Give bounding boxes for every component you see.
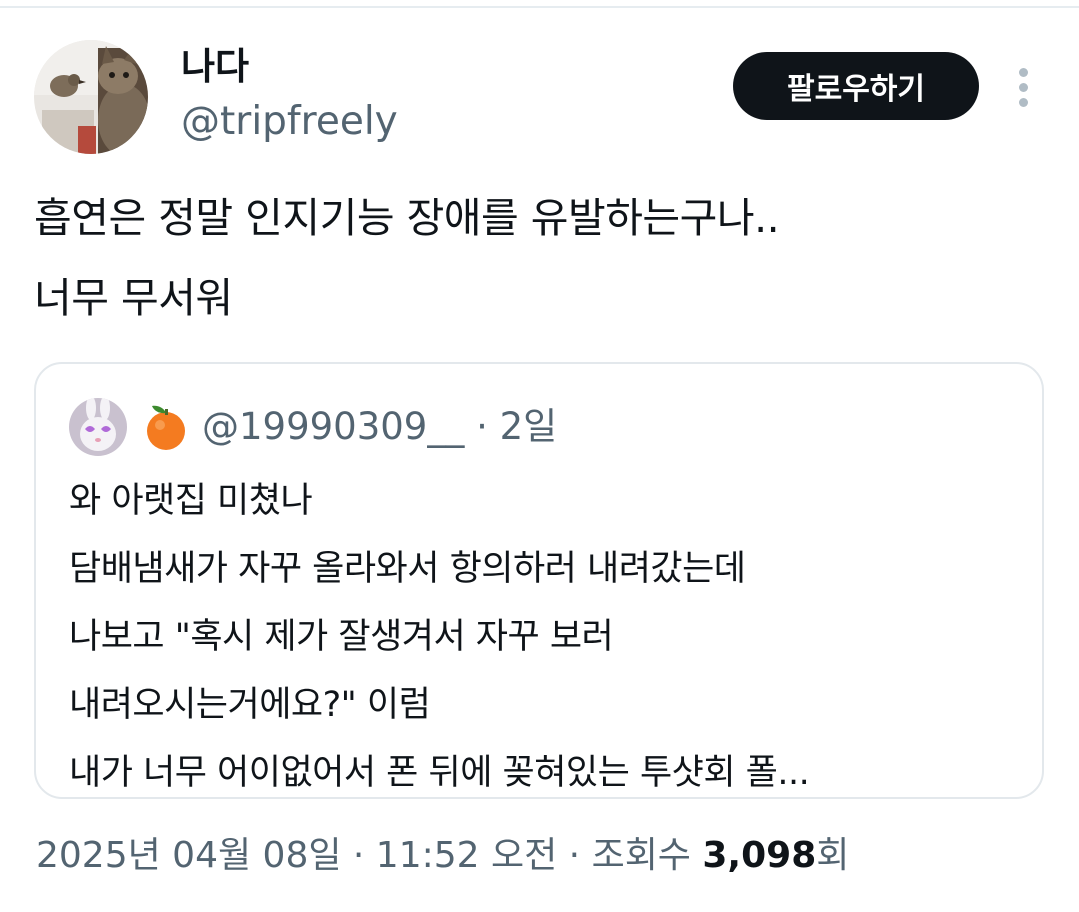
quoted-tweet-line: 내가 너무 어이없어서 폰 뒤에 꽂혀있는 투샷회 폴... (69, 753, 810, 793)
top-divider (0, 6, 1079, 8)
quoted-author-avatar[interactable] (69, 398, 127, 456)
tweet-line: 흡연은 정말 인지기능 장애를 유발하는구나.. (34, 194, 780, 242)
quoted-author-avatar-image (69, 398, 127, 456)
tweet-timestamp[interactable]: 2025년 04월 08일 · 11:52 오전 · 조회수 (36, 835, 702, 876)
quoted-tweet-line: 담배냄새가 자꾸 올라와서 항의하러 내려갔는데 (69, 549, 746, 589)
tweet-line: 너무 무서워 (34, 274, 233, 322)
author-avatar[interactable] (34, 40, 148, 154)
quoted-tweet-line: 와 아랫집 미쳤나 (69, 481, 313, 521)
author-avatar-image (34, 40, 148, 154)
quoted-tweet-card[interactable]: @19990309__ · 2일 와 아랫집 미쳤나 담배냄새가 자꾸 올라와서… (34, 362, 1044, 799)
views-count: 3,098 (702, 835, 817, 876)
quoted-author-handle-and-time[interactable]: @19990309__ · 2일 (202, 402, 557, 452)
tangerine-icon (141, 402, 191, 452)
views-suffix: 회 (816, 835, 850, 876)
quoted-tweet-text: 와 아랫집 미쳤나 담배냄새가 자꾸 올라와서 항의하러 내려갔는데 나보고 "… (69, 467, 1019, 807)
follow-button[interactable]: 팔로우하기 (733, 52, 979, 120)
quoted-tweet-line: 나보고 "혹시 제가 잘생겨서 자꾸 보러 (69, 617, 614, 657)
more-options-button[interactable] (1008, 66, 1040, 110)
tweet-text: 흡연은 정말 인지기능 장애를 유발하는구나.. 너무 무서워 (34, 178, 1044, 338)
quoted-tweet-line: 내려오시는거에요?" 이럼 (69, 685, 431, 725)
tweet-metadata: 2025년 04월 08일 · 11:52 오전 · 조회수 3,098회 (36, 830, 849, 882)
author-display-name[interactable]: 나다 (181, 42, 249, 92)
author-handle[interactable]: @tripfreely (181, 96, 398, 148)
